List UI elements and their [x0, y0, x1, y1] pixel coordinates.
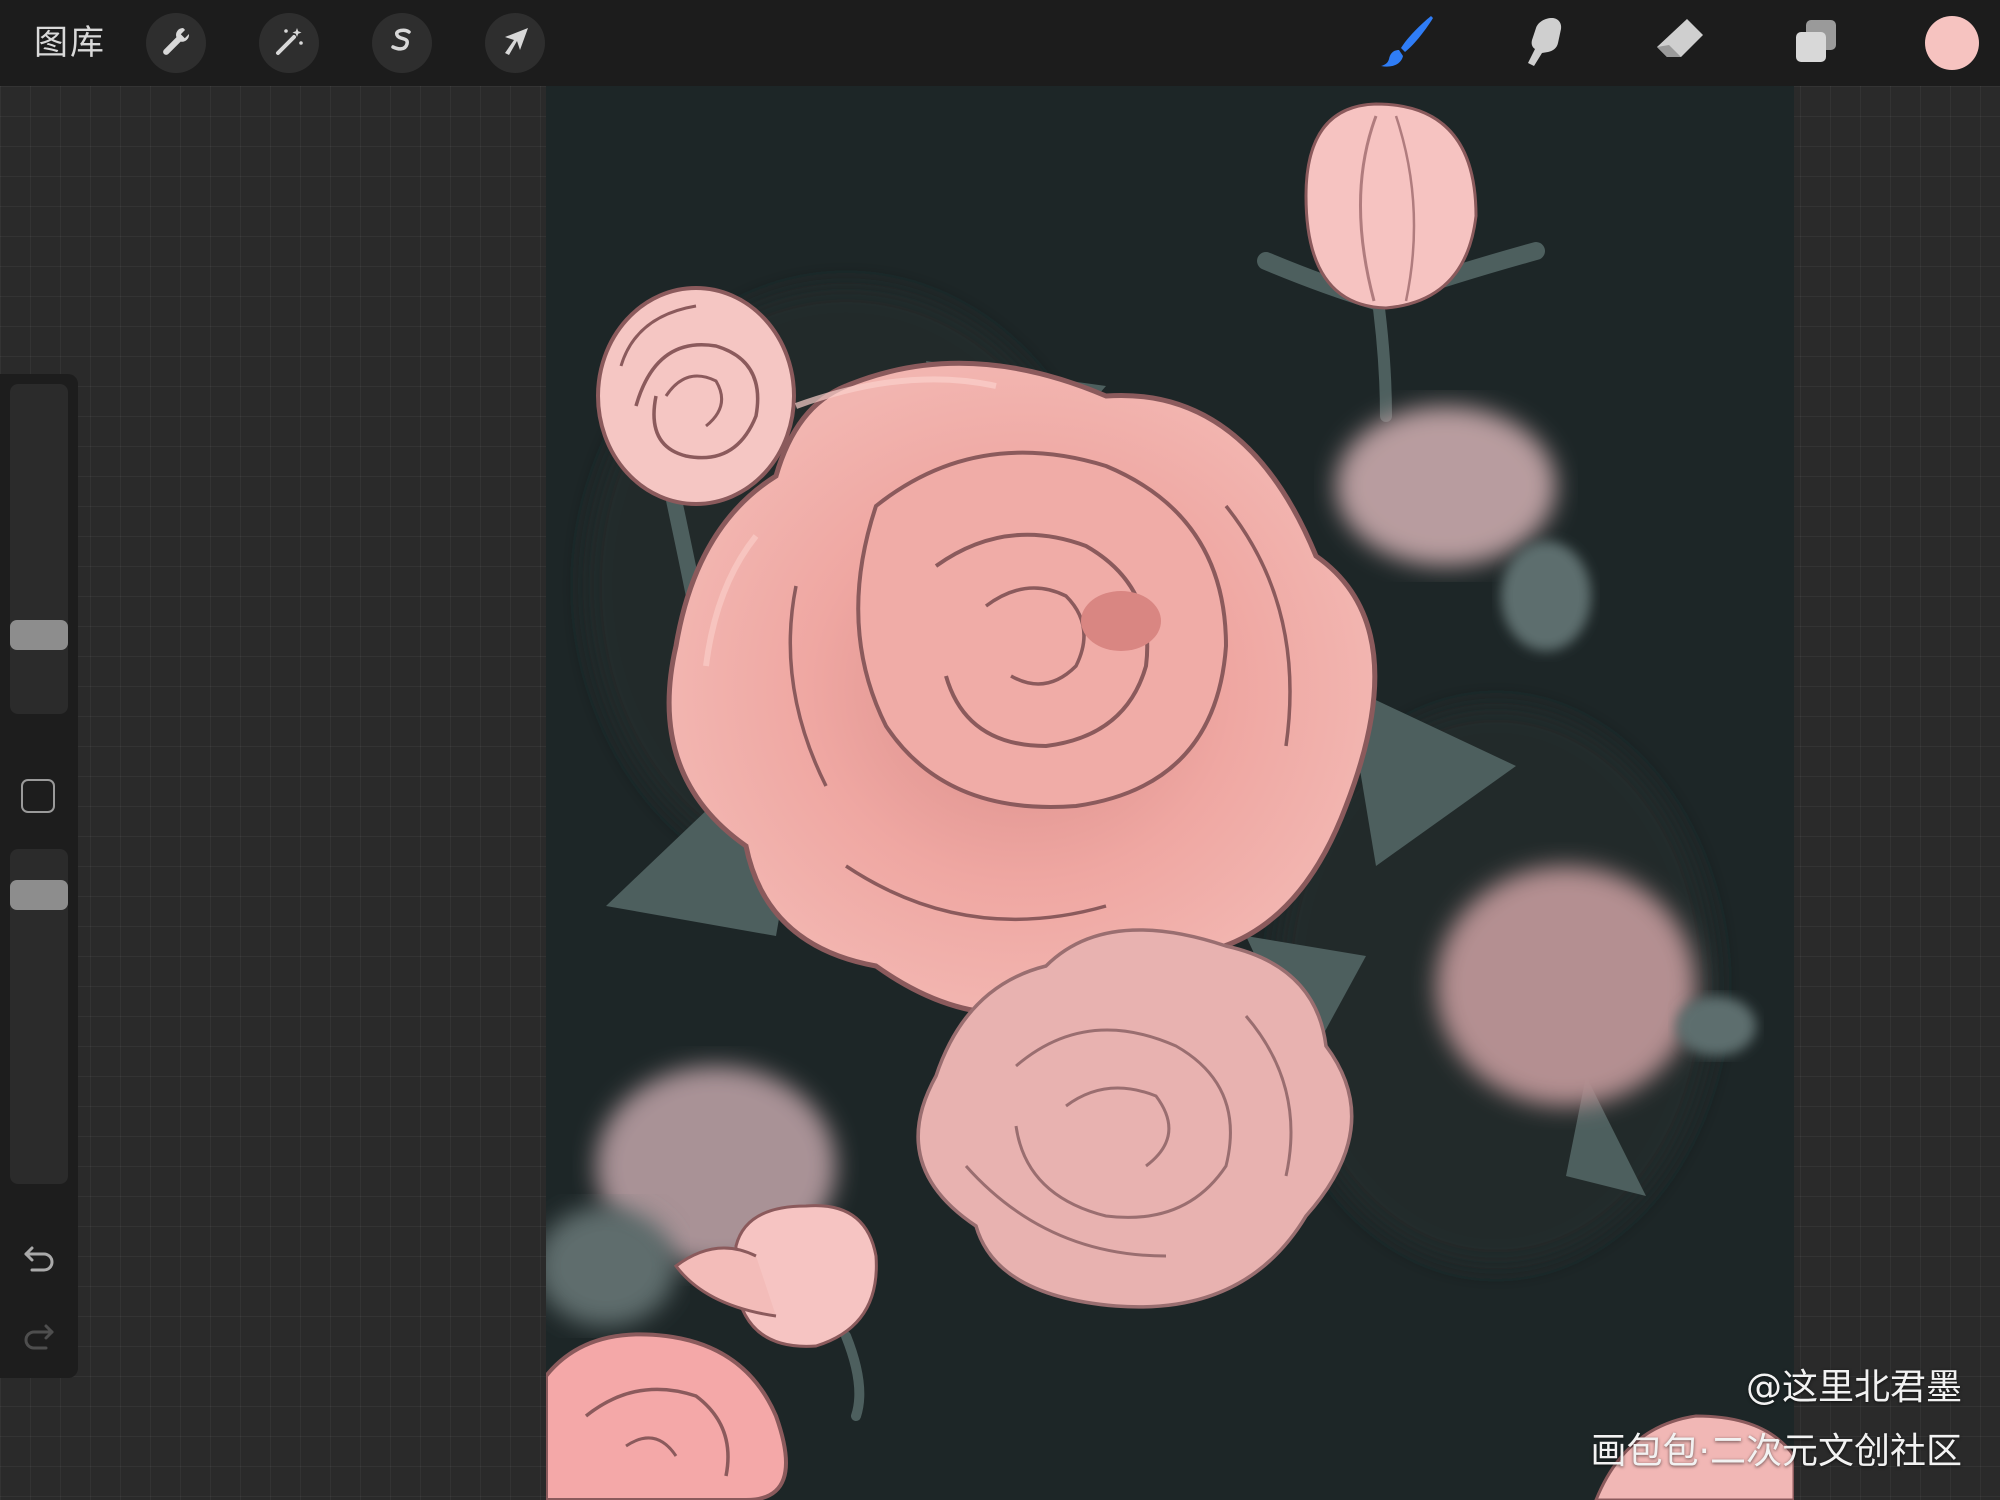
undo-icon — [22, 1242, 56, 1276]
brush-size-slider[interactable] — [10, 384, 68, 714]
arrow-cursor-icon — [498, 24, 532, 62]
watermark-site: 画包包·二次元文创社区 — [1590, 1431, 1962, 1472]
eraser-icon — [1651, 13, 1709, 75]
wrench-icon — [159, 24, 193, 62]
redo-button[interactable] — [18, 1316, 60, 1358]
drawing-canvas[interactable] — [546, 86, 1794, 1500]
eraser-button[interactable] — [1648, 12, 1712, 76]
artwork-illustration — [546, 86, 1794, 1500]
smudge-finger-icon — [1514, 14, 1570, 74]
brush-button[interactable] — [1375, 12, 1439, 76]
redo-icon — [22, 1320, 56, 1354]
left-sidebar — [0, 374, 78, 1378]
gallery-button[interactable]: 图库 — [34, 20, 106, 66]
opacity-slider-thumb[interactable] — [10, 880, 68, 910]
selection-s-icon — [385, 24, 419, 62]
magic-wand-icon — [272, 24, 306, 62]
actions-button[interactable] — [146, 13, 206, 73]
adjustments-button[interactable] — [259, 13, 319, 73]
color-picker-swatch[interactable] — [1925, 16, 1979, 70]
smudge-button[interactable] — [1510, 12, 1574, 76]
undo-button[interactable] — [18, 1238, 60, 1280]
layers-button[interactable] — [1784, 12, 1848, 76]
watermark-author: @这里北君墨 — [1745, 1367, 1962, 1408]
layers-icon — [1790, 16, 1842, 72]
transform-button[interactable] — [485, 13, 545, 73]
top-toolbar: 图库 — [0, 0, 2000, 86]
brush-icon — [1377, 12, 1437, 76]
small-rose — [596, 286, 796, 506]
opacity-slider[interactable] — [10, 849, 68, 1184]
modify-square-icon[interactable] — [21, 779, 55, 813]
selection-button[interactable] — [372, 13, 432, 73]
brush-size-slider-thumb[interactable] — [10, 620, 68, 650]
tulip-bud — [1304, 102, 1478, 310]
